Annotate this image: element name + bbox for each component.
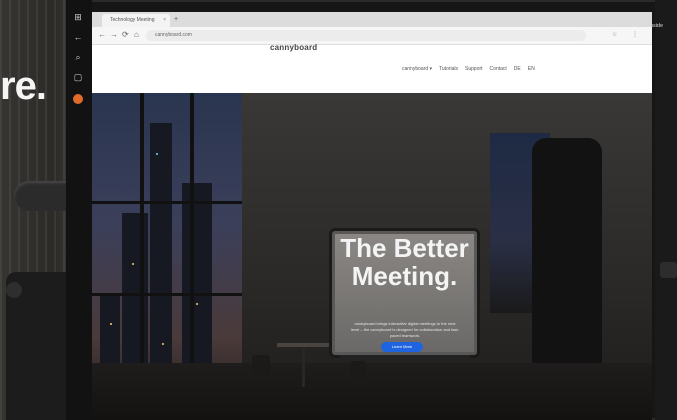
chair: [252, 355, 270, 381]
table-leg: [302, 347, 305, 387]
back-icon[interactable]: ←: [73, 32, 83, 42]
nav-item-tutorials[interactable]: Tutorials: [439, 66, 458, 72]
chair: [350, 361, 366, 383]
browser-window: Technology Meeting × + ← → ⟳ ⌂ cannyboar…: [92, 12, 652, 420]
learn-more-button[interactable]: Learn More: [381, 342, 423, 352]
tower-light: [162, 343, 164, 345]
hero-headline-line1: The Better: [340, 233, 469, 263]
tab-bar: Technology Meeting × +: [92, 12, 652, 27]
side-clamp: [660, 262, 677, 278]
nav-item-de[interactable]: DE: [514, 66, 521, 72]
tower-light: [132, 263, 134, 265]
nav-item-en[interactable]: EN: [528, 66, 535, 72]
windows-icon[interactable]: ⊞: [73, 12, 83, 22]
floor: [92, 363, 652, 420]
forward-button[interactable]: →: [110, 30, 118, 40]
browser-tab[interactable]: Technology Meeting ×: [102, 14, 170, 27]
url-field[interactable]: cannyboard.com: [146, 30, 586, 41]
bookmark-icon[interactable]: ☆: [612, 31, 617, 38]
nav-item-cannyboard[interactable]: cannyboard ▾: [402, 66, 432, 72]
new-tab-button[interactable]: +: [174, 14, 178, 25]
menu-icon[interactable]: ⋮: [632, 31, 638, 38]
tagline-fragment: re.: [0, 64, 47, 108]
hero-body: cannyboard brings interactive digital me…: [351, 321, 459, 338]
taskbar: [66, 0, 92, 420]
site-header: [92, 45, 652, 93]
nav-item-support[interactable]: Support: [465, 66, 483, 72]
tower-light: [196, 303, 198, 305]
skyscraper: [150, 123, 172, 363]
nav-item-contact[interactable]: Contact: [490, 66, 507, 72]
site-logo[interactable]: cannyboard: [270, 43, 317, 52]
tab-title: Technology Meeting: [110, 17, 155, 23]
product-stand: [340, 355, 470, 360]
tower-light: [156, 153, 158, 155]
close-tab-icon[interactable]: ×: [163, 14, 166, 27]
site-nav: cannyboard ▾ Tutorials Support Contact D…: [402, 66, 535, 72]
hero-section: The Better Meeting. cannyboard brings in…: [92, 93, 652, 420]
back-button[interactable]: ←: [98, 30, 106, 40]
window-mullion: [92, 201, 242, 204]
hero-headline: The Better Meeting.: [335, 234, 474, 290]
display-edge: [655, 0, 677, 420]
browser-icon[interactable]: [73, 94, 83, 104]
task-view-icon[interactable]: ▢: [73, 72, 83, 82]
window-mullion: [92, 293, 242, 296]
stand-knob: [14, 181, 70, 211]
tower-light: [110, 323, 112, 325]
search-icon[interactable]: ⌕: [73, 52, 83, 62]
product-screen: The Better Meeting. cannyboard brings in…: [335, 234, 474, 352]
address-bar: ← → ⟳ ⌂ cannyboard.com ☆ ⋮: [92, 27, 652, 45]
hero-headline-line2: Meeting.: [351, 261, 458, 291]
stand-bolt: [6, 282, 22, 298]
home-button[interactable]: ⌂: [134, 30, 139, 40]
reload-button[interactable]: ⟳: [122, 30, 129, 40]
photo-background: re. ⊞ ← ⌕ ▢ Technology Inside Technology…: [0, 0, 677, 420]
product-board: The Better Meeting. cannyboard brings in…: [332, 231, 477, 355]
skyscraper: [182, 183, 212, 373]
